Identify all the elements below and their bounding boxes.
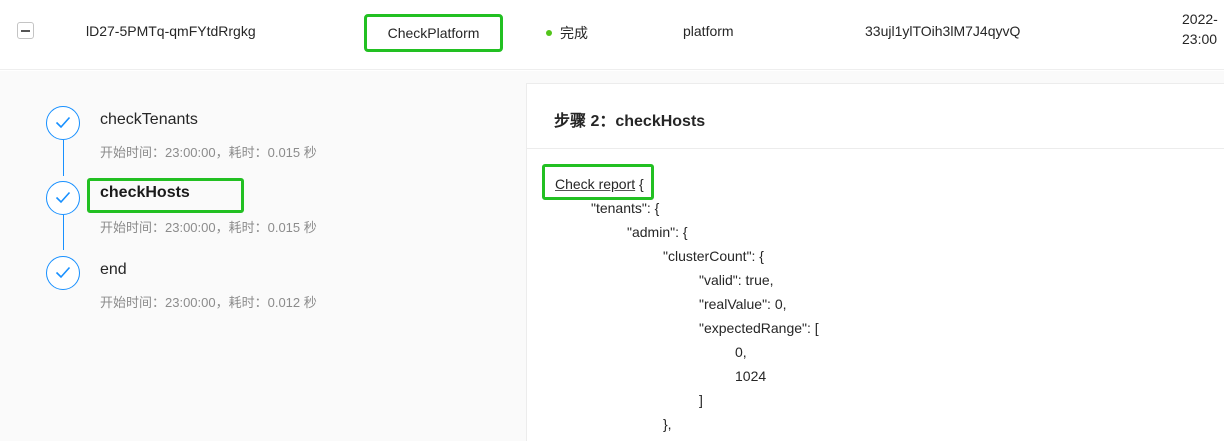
task-id: lD27-5PMTq-qmFYtdRrgkg [86, 23, 256, 39]
step-desc: 开始时间：23:00:00，耗时：0.015 秒 [100, 145, 317, 160]
check-icon [46, 256, 80, 290]
code-line: "admin": { [627, 224, 688, 240]
status-badge: 完成 [546, 23, 588, 43]
code-line: ] [699, 392, 703, 408]
step-title: end [100, 261, 127, 278]
check-icon [46, 106, 80, 140]
status-dot-icon [546, 30, 552, 36]
step-desc: 开始时间：23:00:00，耗时：0.012 秒 [100, 295, 317, 310]
task-name: CheckPlatform [364, 14, 503, 52]
check-icon [46, 181, 80, 215]
task-type: platform [683, 23, 734, 39]
step-item[interactable]: end 开始时间：23:00:00，耗时：0.012 秒 [46, 251, 486, 321]
code-line: "expectedRange": [ [699, 320, 819, 336]
step-item[interactable]: checkTenants 开始时间：23:00:00，耗时：0.015 秒 [46, 101, 486, 171]
step-desc: 开始时间：23:00:00，耗时：0.015 秒 [100, 220, 317, 235]
created-time: 2022- 23:00 [1182, 9, 1218, 49]
task-row[interactable]: lD27-5PMTq-qmFYtdRrgkg CheckPlatform 完成 … [0, 0, 1224, 70]
collapse-row-button[interactable] [17, 22, 34, 39]
code-line: }, [663, 416, 672, 432]
step-title: checkTenants [100, 111, 198, 128]
highlight-box [542, 164, 654, 200]
code-line: "realValue": 0, [699, 296, 787, 312]
step-detail-panel: 步骤 2：checkHosts Check report { "tenants"… [526, 83, 1224, 441]
panel-header: 步骤 2：checkHosts [527, 84, 1224, 149]
code-line: "clusterCount": { [663, 248, 764, 264]
code-line: 0, [735, 344, 747, 360]
code-line: "valid": true, [699, 272, 774, 288]
highlight-box [87, 178, 244, 213]
created-clock: 23:00 [1182, 31, 1218, 47]
trace-id: 33ujl1ylTOih3lM7J4qyvQ [865, 23, 1021, 39]
status-text: 完成 [560, 25, 588, 41]
row-expanded-panel: checkTenants 开始时间：23:00:00，耗时：0.015 秒 ch… [0, 71, 1224, 441]
panel-title: 步骤 2：checkHosts [554, 113, 706, 130]
created-date: 2022- [1182, 11, 1218, 27]
code-line: 1024 [735, 368, 767, 384]
